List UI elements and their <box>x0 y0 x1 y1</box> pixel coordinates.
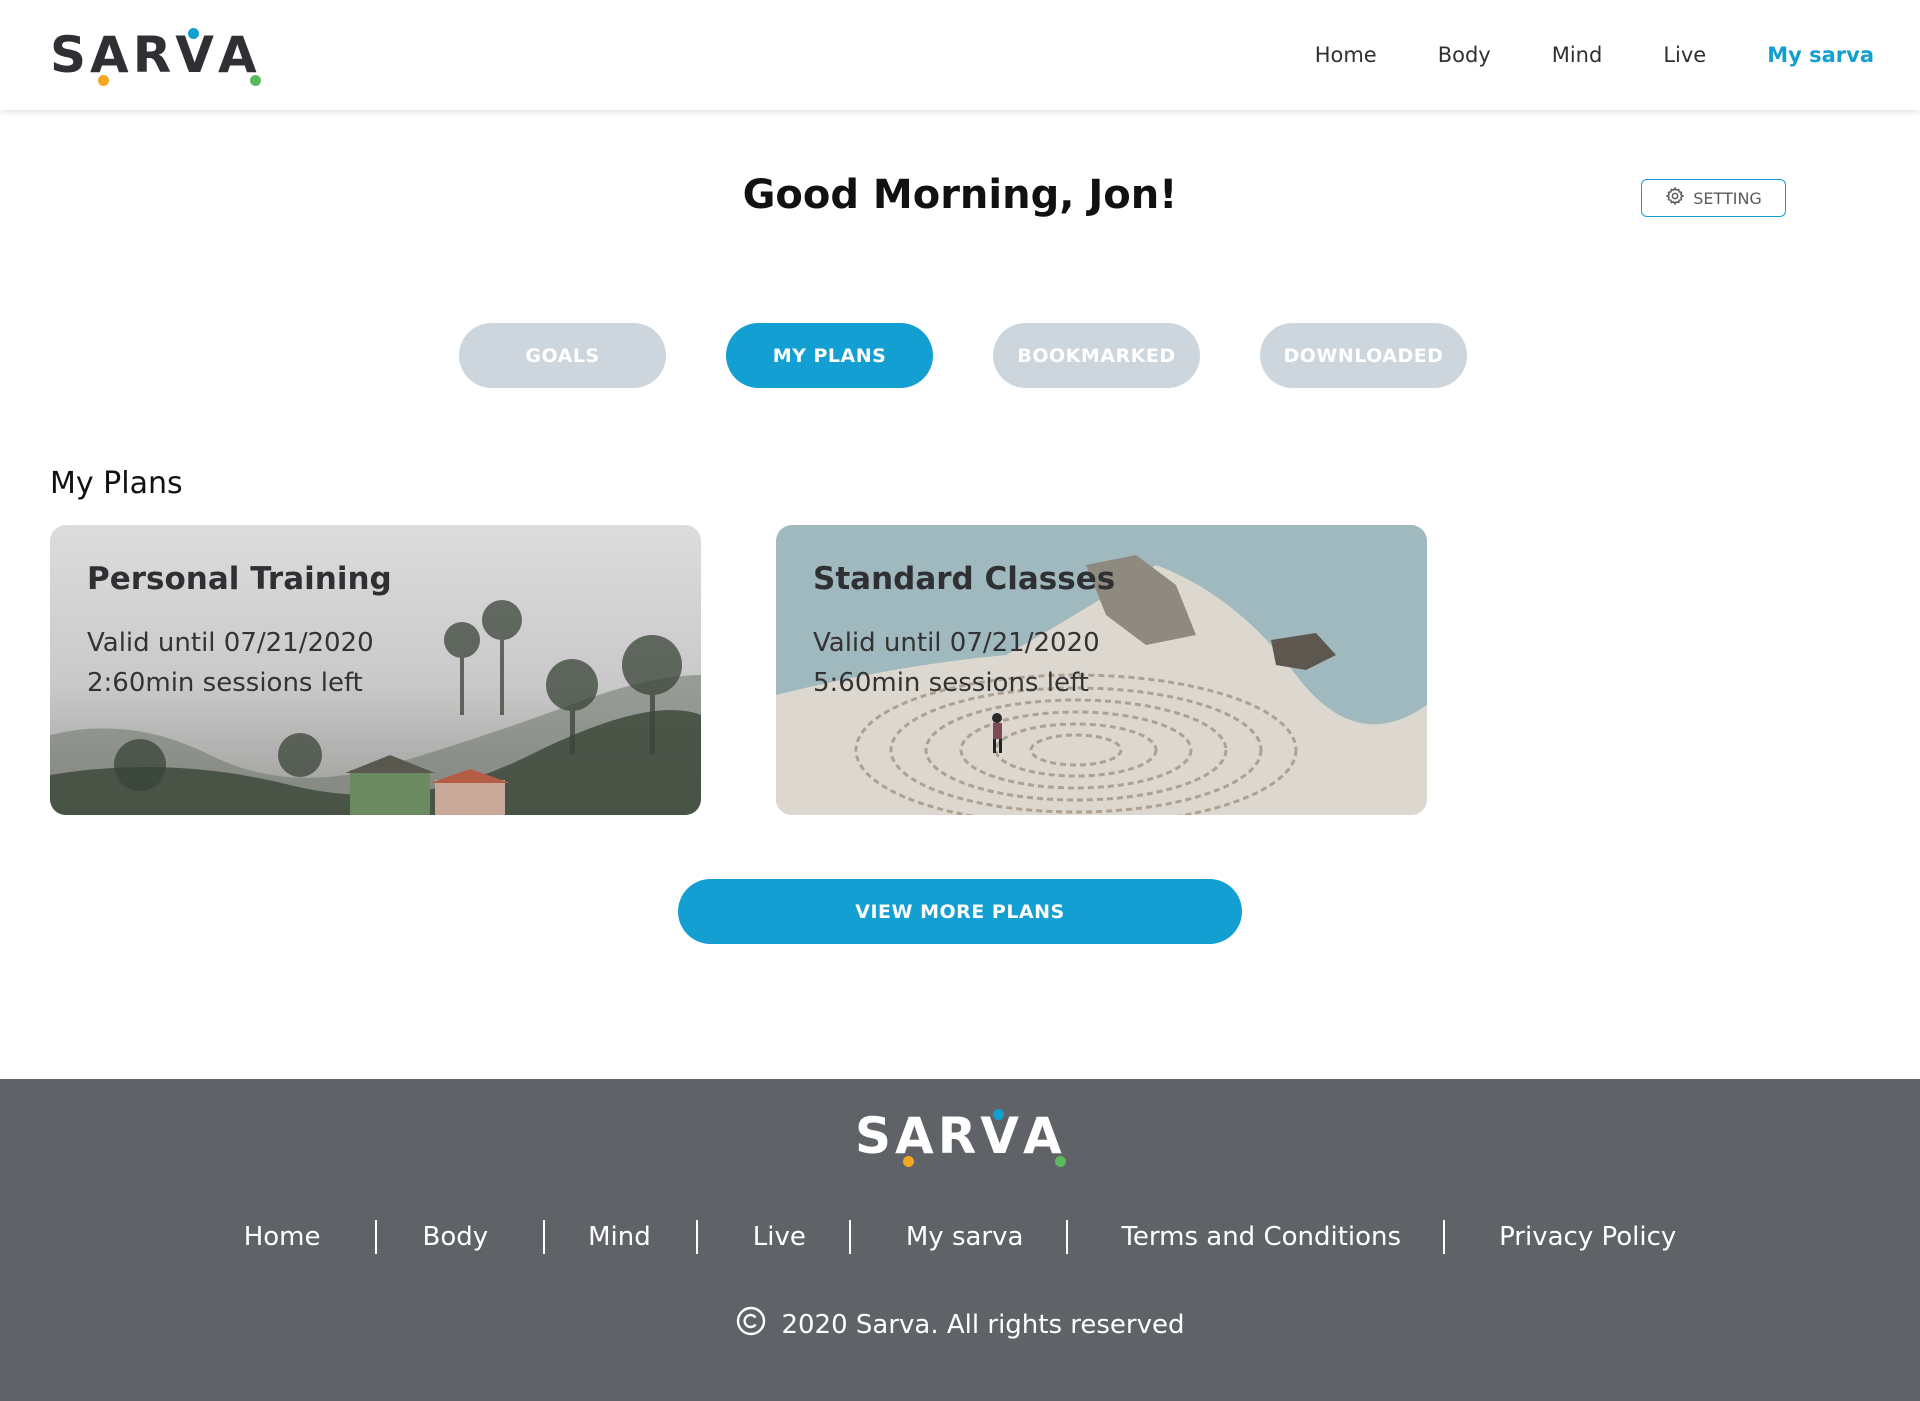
footer-link-my-sarva[interactable]: My sarva <box>906 1222 1024 1252</box>
site-header: S A R V A Home Body Mind Live My sarva <box>0 0 1920 110</box>
divider <box>1066 1220 1069 1254</box>
divider <box>848 1220 851 1254</box>
tab-downloaded[interactable]: DOWNLOADED <box>1260 323 1467 388</box>
main-nav: Home Body Mind Live My sarva <box>1315 0 1874 110</box>
view-more-plans-button[interactable]: VIEW MORE PLANS <box>678 879 1242 944</box>
tab-my-plans[interactable]: MY PLANS <box>726 323 933 388</box>
setting-label: SETTING <box>1693 188 1762 208</box>
tab-bookmarked[interactable]: BOOKMARKED <box>993 323 1200 388</box>
sarva-logo[interactable]: S A R V A <box>855 1109 1066 1167</box>
plan-card[interactable]: Standard Classes Valid until 07/21/2020 … <box>776 525 1427 815</box>
plan-card[interactable]: Personal Training Valid until 07/21/2020… <box>50 525 701 815</box>
copyright: 2020 Sarva. All rights reserved <box>0 1305 1920 1344</box>
tab-goals[interactable]: GOALS <box>459 323 666 388</box>
divider <box>543 1220 546 1254</box>
section-title: My Plans <box>50 466 183 501</box>
plan-valid-until: Valid until 07/21/2020 <box>87 628 374 658</box>
greeting-title: Good Morning, Jon! <box>742 172 1178 218</box>
plan-sessions-left: 5:60min sessions left <box>813 668 1089 698</box>
gear-icon <box>1665 186 1685 210</box>
footer-link-terms[interactable]: Terms and Conditions <box>1121 1222 1401 1252</box>
plan-card-content: Personal Training Valid until 07/21/2020… <box>87 561 392 703</box>
setting-button[interactable]: SETTING <box>1641 179 1786 217</box>
divider <box>375 1220 378 1254</box>
footer-link-live[interactable]: Live <box>753 1222 806 1252</box>
footer-link-home[interactable]: Home <box>244 1222 321 1252</box>
copyright-text: 2020 Sarva. All rights reserved <box>781 1309 1185 1340</box>
footer-link-mind[interactable]: Mind <box>588 1222 651 1252</box>
nav-mind[interactable]: Mind <box>1552 43 1603 67</box>
plan-title: Personal Training <box>87 561 392 597</box>
nav-body[interactable]: Body <box>1438 43 1491 67</box>
footer-link-body[interactable]: Body <box>422 1222 488 1252</box>
divider <box>695 1220 698 1254</box>
divider <box>1443 1220 1446 1254</box>
plan-card-content: Standard Classes Valid until 07/21/2020 … <box>813 561 1115 703</box>
nav-home[interactable]: Home <box>1315 43 1377 67</box>
nav-live[interactable]: Live <box>1663 43 1706 67</box>
footer-link-privacy[interactable]: Privacy Policy <box>1499 1222 1676 1252</box>
nav-my-sarva[interactable]: My sarva <box>1767 43 1874 67</box>
plan-title: Standard Classes <box>813 561 1116 597</box>
footer-nav: Home Body Mind Live My sarva Terms and C… <box>0 1220 1920 1254</box>
copyright-icon <box>735 1305 767 1344</box>
plan-sessions-left: 2:60min sessions left <box>87 668 363 698</box>
sarva-logo[interactable]: S A R V A <box>50 28 261 86</box>
plan-valid-until: Valid until 07/21/2020 <box>813 628 1100 658</box>
